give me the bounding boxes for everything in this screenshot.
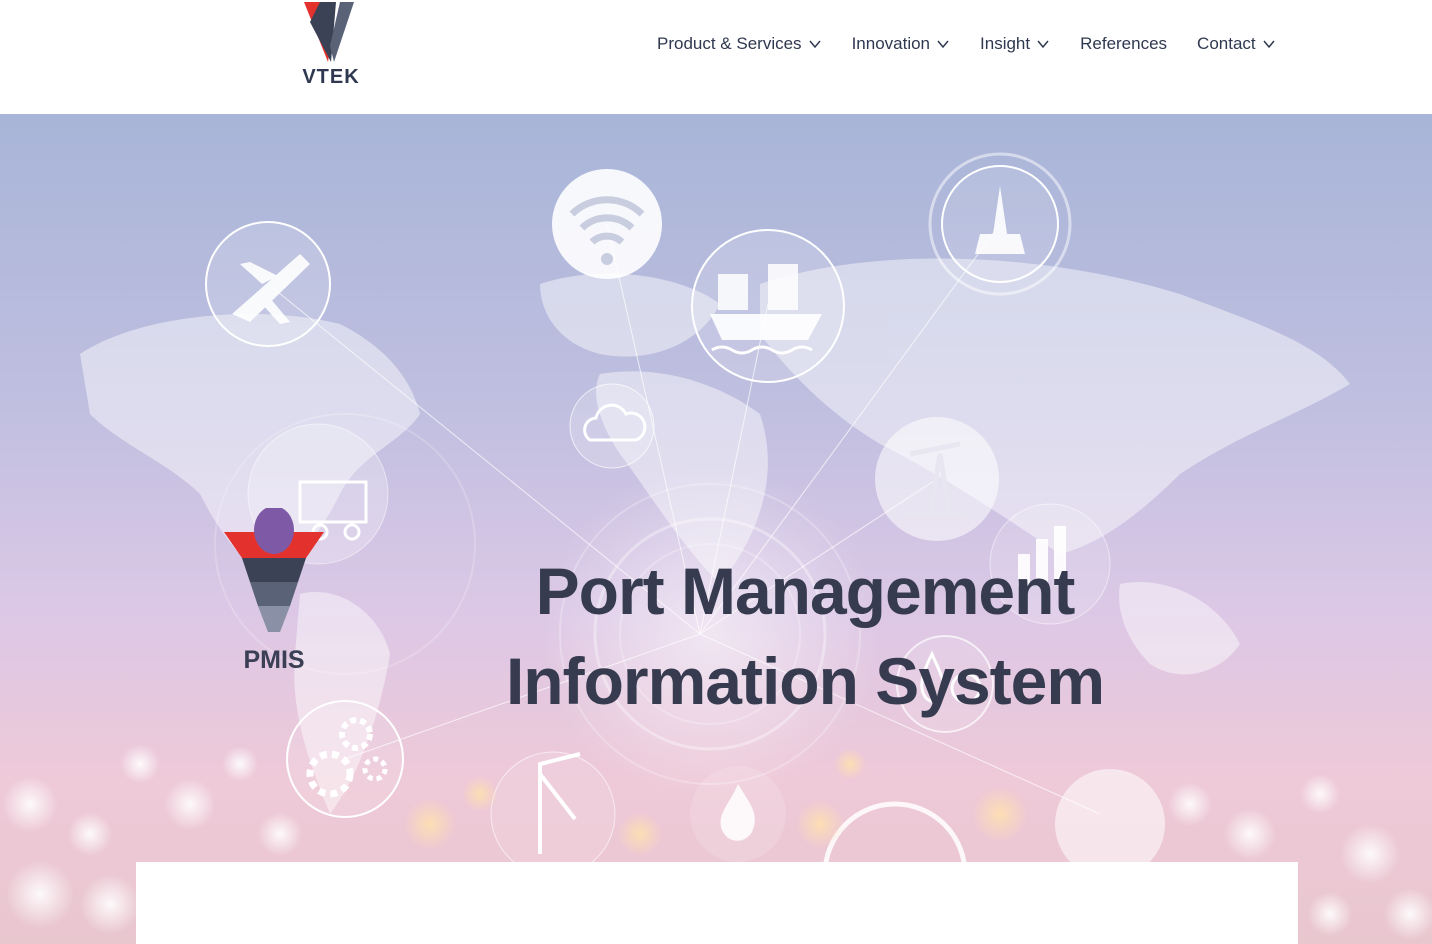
nav-label: Product & Services (657, 34, 802, 53)
cargo-ship-icon (691, 229, 845, 383)
nav-contact[interactable]: Contact (1197, 34, 1276, 54)
main-nav: Product & Services Innovation Insight Re… (657, 34, 1276, 54)
nav-label: References (1080, 34, 1168, 53)
nav-insight[interactable]: Insight (980, 34, 1050, 54)
nav-product-services[interactable]: Product & Services (657, 34, 822, 54)
hero-background (2, 152, 1432, 944)
nav-label: Contact (1197, 34, 1256, 53)
flame-icon (690, 766, 786, 862)
airplane-icon (205, 221, 331, 347)
chevron-down-icon (937, 40, 949, 49)
wifi-icon (552, 169, 662, 279)
nav-innovation[interactable]: Innovation (852, 34, 950, 54)
chevron-down-icon (808, 40, 821, 49)
nav-references[interactable]: References (1080, 34, 1167, 54)
content-card (136, 862, 1298, 944)
pmis-badge-text: PMIS (243, 646, 305, 674)
oil-rig-icon (928, 152, 1072, 296)
pmis-logo-mark (224, 506, 324, 632)
nav-label: Insight (980, 34, 1031, 53)
vtek-logo[interactable]: VTEK (296, 0, 366, 92)
pmis-logo: PMIS (224, 506, 324, 678)
crane-icon (490, 751, 616, 877)
cloud-icon (569, 383, 655, 469)
chevron-down-icon (1263, 40, 1275, 49)
logo-text: VTEK (302, 66, 360, 88)
nav-label: Innovation (851, 34, 931, 53)
oil-pump-icon (875, 417, 999, 541)
hero-banner: PMIS Port Management Information System (0, 114, 1432, 944)
hero-title: Port Management Information System (505, 554, 1105, 718)
vtek-logo-mark (304, 2, 354, 62)
site-header: VTEK Product & Services Innovation Insig… (0, 0, 1432, 114)
chevron-down-icon (1037, 40, 1049, 49)
